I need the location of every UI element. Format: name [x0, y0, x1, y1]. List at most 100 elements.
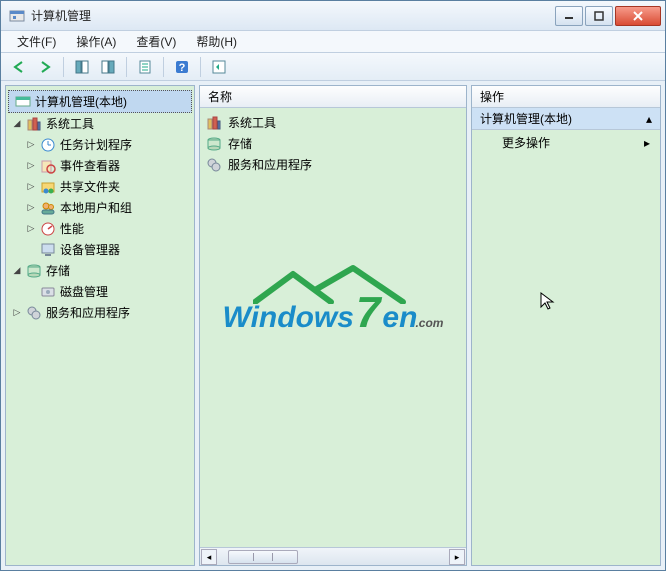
storage-icon	[206, 136, 222, 152]
device-manager-icon	[40, 242, 56, 258]
menu-file[interactable]: 文件(F)	[7, 31, 66, 52]
system-tools-icon	[26, 116, 42, 132]
tree-item-performance[interactable]: ▷ 性能	[26, 218, 194, 239]
expander-collapse-icon[interactable]: ◢	[12, 119, 22, 129]
storage-icon	[26, 263, 42, 279]
tree-label: 服务和应用程序	[46, 304, 130, 321]
list-row-system-tools[interactable]: 系统工具	[206, 112, 460, 133]
tree-item-system-tools[interactable]: ◢ 系统工具	[12, 113, 194, 134]
list-row-services[interactable]: 服务和应用程序	[206, 154, 460, 175]
menubar: 文件(F) 操作(A) 查看(V) 帮助(H)	[1, 31, 665, 53]
menu-help[interactable]: 帮助(H)	[186, 31, 247, 52]
watermark-suffix: .com	[415, 316, 443, 330]
tree-root-label: 计算机管理(本地)	[35, 93, 127, 110]
toolbar-separator	[63, 57, 64, 77]
watermark-logo: Windows 7 en .com	[223, 288, 444, 338]
watermark-big: 7	[356, 288, 380, 338]
window-title: 计算机管理	[31, 7, 555, 24]
tree-label: 设备管理器	[60, 241, 120, 258]
tree-label: 性能	[60, 220, 84, 237]
watermark-text1: Windows	[223, 301, 354, 335]
tree-item-shared-folders[interactable]: ▷ 共享文件夹	[26, 176, 194, 197]
services-icon	[206, 157, 222, 173]
toolbar-separator	[163, 57, 164, 77]
list-header-name[interactable]: 名称	[200, 86, 466, 108]
forward-button[interactable]	[33, 56, 57, 78]
action-more-label: 更多操作	[502, 134, 550, 151]
app-icon	[9, 8, 25, 24]
toolbar: ?	[1, 53, 665, 81]
tree-label: 事件查看器	[60, 157, 120, 174]
tree-pane: 计算机管理(本地) ◢ 系统工具 ▷ 任务计划程序 ▷	[5, 85, 195, 566]
tree-item-disk-management[interactable]: ▷ 磁盘管理	[26, 281, 194, 302]
actions-pane: 操作 计算机管理(本地) ▴ 更多操作 ▸	[471, 85, 661, 566]
services-icon	[26, 305, 42, 321]
window-controls	[555, 6, 661, 26]
menu-view[interactable]: 查看(V)	[126, 31, 186, 52]
watermark-roof-icon	[253, 264, 413, 304]
refresh-button[interactable]	[207, 56, 231, 78]
chevron-up-icon: ▴	[646, 112, 652, 126]
expander-expand-icon[interactable]: ▷	[26, 161, 36, 171]
app-window: 计算机管理 文件(F) 操作(A) 查看(V) 帮助(H) ? 计算	[0, 0, 666, 571]
expander-expand-icon[interactable]: ▷	[12, 308, 22, 318]
show-hide-action-button[interactable]	[96, 56, 120, 78]
actions-section[interactable]: 计算机管理(本地) ▴	[472, 108, 660, 130]
list-row-label: 系统工具	[228, 114, 276, 131]
shared-folders-icon	[40, 179, 56, 195]
show-hide-tree-button[interactable]	[70, 56, 94, 78]
tree-label: 系统工具	[46, 115, 94, 132]
tree-label: 共享文件夹	[60, 178, 120, 195]
toolbar-separator	[200, 57, 201, 77]
list-row-label: 存储	[228, 135, 252, 152]
actions-section-label: 计算机管理(本地)	[480, 110, 572, 127]
toolbar-separator	[126, 57, 127, 77]
close-button[interactable]	[615, 6, 661, 26]
action-more[interactable]: 更多操作 ▸	[472, 130, 660, 155]
scroll-right-button[interactable]: ▸	[449, 549, 465, 565]
performance-icon	[40, 221, 56, 237]
system-tools-icon	[206, 115, 222, 131]
scroll-thumb[interactable]	[228, 550, 298, 564]
list-pane: 名称 系统工具 存储 服务和应用程序 W	[199, 85, 467, 566]
tree-label: 存储	[46, 262, 70, 279]
expander-expand-icon[interactable]: ▷	[26, 140, 36, 150]
back-button[interactable]	[7, 56, 31, 78]
minimize-button[interactable]	[555, 6, 583, 26]
content-area: 计算机管理(本地) ◢ 系统工具 ▷ 任务计划程序 ▷	[1, 81, 665, 570]
disk-icon	[40, 284, 56, 300]
tree-item-local-users[interactable]: ▷ 本地用户和组	[26, 197, 194, 218]
tree-item-task-scheduler[interactable]: ▷ 任务计划程序	[26, 134, 194, 155]
help-button[interactable]: ?	[170, 56, 194, 78]
expander-expand-icon[interactable]: ▷	[26, 182, 36, 192]
tree-item-storage[interactable]: ◢ 存储	[12, 260, 194, 281]
tree-item-event-viewer[interactable]: ▷ 事件查看器	[26, 155, 194, 176]
list-body: 系统工具 存储 服务和应用程序 Windows 7 en .com	[200, 108, 466, 547]
list-row-label: 服务和应用程序	[228, 156, 312, 173]
tree-label: 磁盘管理	[60, 283, 108, 300]
tree-item-services[interactable]: ▷ 服务和应用程序	[12, 302, 194, 323]
menu-action[interactable]: 操作(A)	[66, 31, 126, 52]
computer-management-icon	[15, 94, 31, 110]
svg-text:?: ?	[179, 62, 186, 74]
tree-label: 本地用户和组	[60, 199, 132, 216]
scroll-left-button[interactable]: ◂	[201, 549, 217, 565]
tree-root[interactable]: 计算机管理(本地)	[8, 90, 192, 113]
maximize-button[interactable]	[585, 6, 613, 26]
clock-icon	[40, 137, 56, 153]
expander-expand-icon[interactable]: ▷	[26, 203, 36, 213]
event-viewer-icon	[40, 158, 56, 174]
expander-collapse-icon[interactable]: ◢	[12, 266, 22, 276]
chevron-right-icon: ▸	[644, 136, 650, 150]
properties-button[interactable]	[133, 56, 157, 78]
actions-header-label: 操作	[480, 88, 504, 105]
expander-expand-icon[interactable]: ▷	[26, 224, 36, 234]
users-icon	[40, 200, 56, 216]
horizontal-scrollbar[interactable]: ◂ ▸	[200, 547, 466, 565]
list-row-storage[interactable]: 存储	[206, 133, 460, 154]
titlebar: 计算机管理	[1, 1, 665, 31]
tree-item-device-manager[interactable]: ▷ 设备管理器	[26, 239, 194, 260]
watermark-text2: en	[382, 301, 417, 335]
tree-label: 任务计划程序	[60, 136, 132, 153]
actions-header: 操作	[472, 86, 660, 108]
